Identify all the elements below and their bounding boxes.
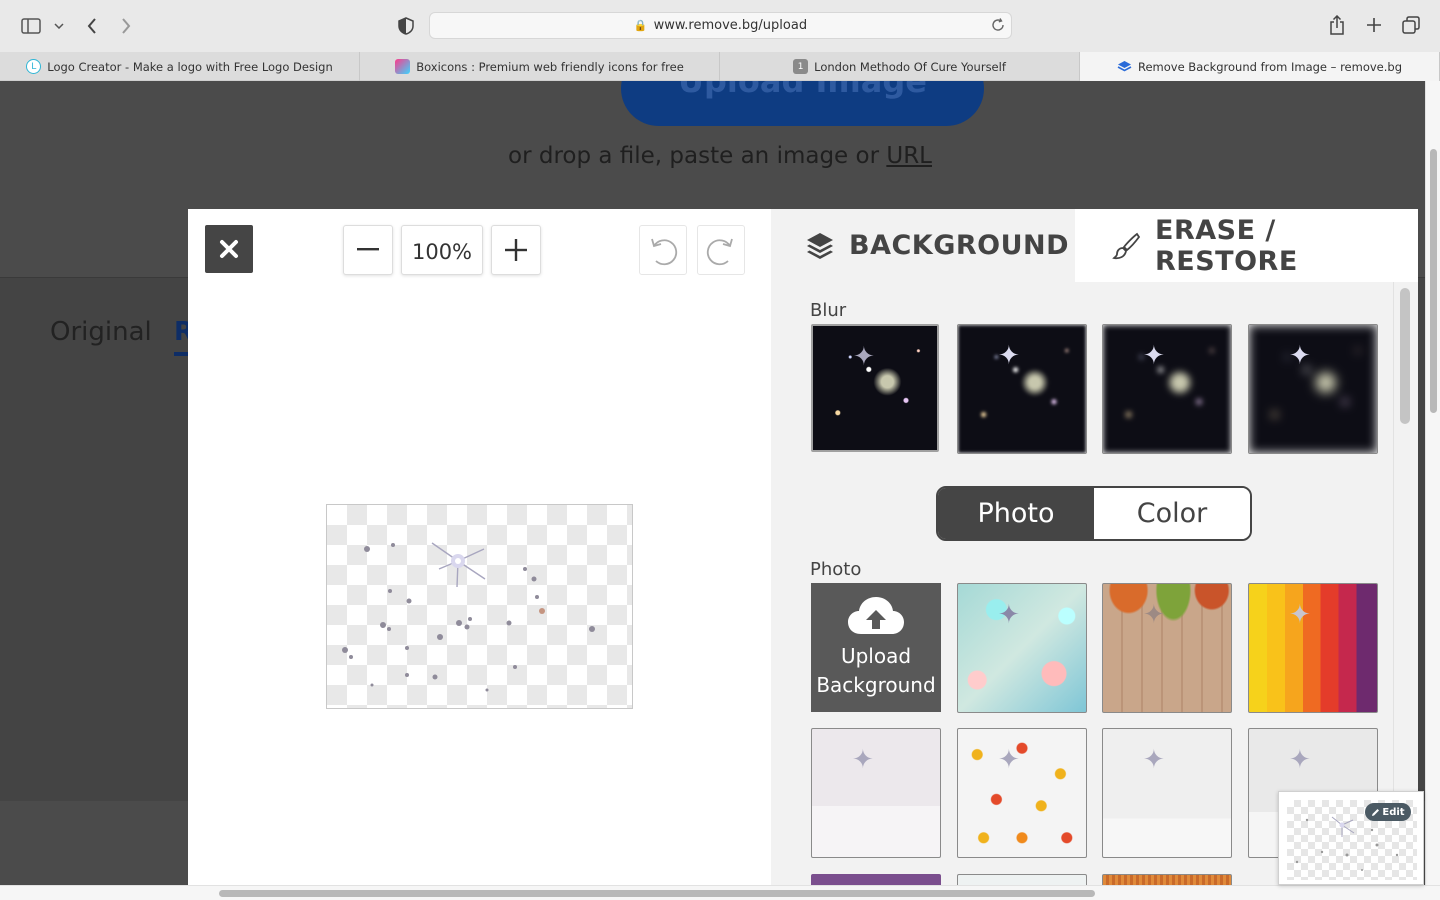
zoom-level: 100% bbox=[401, 225, 483, 275]
blur-option-high[interactable]: ✦ bbox=[1248, 324, 1378, 454]
blur-section-label: Blur bbox=[810, 300, 847, 321]
upload-background-line2: Background bbox=[816, 672, 936, 697]
shield-icon[interactable] bbox=[396, 15, 416, 37]
photo-option-wood-leaves[interactable]: ✦ bbox=[1102, 583, 1232, 713]
tab-erase-restore-label: ERASE / RESTORE bbox=[1155, 214, 1298, 277]
preview-pane: 100% bbox=[188, 209, 771, 885]
photo-option-flowers[interactable]: ✦ bbox=[957, 728, 1087, 858]
new-tab-icon[interactable] bbox=[1363, 14, 1385, 36]
drop-instructions: or drop a file, paste an image or URL bbox=[0, 143, 1425, 169]
browser-toolbar: 🔒 www.remove.bg/upload bbox=[0, 0, 1440, 52]
zoom-out-button[interactable] bbox=[343, 225, 393, 275]
cutout-image bbox=[342, 542, 595, 692]
upload-background-button[interactable]: Upload Background bbox=[811, 583, 941, 712]
photo-option-purple[interactable] bbox=[811, 874, 941, 885]
zoom-in-button[interactable] bbox=[491, 225, 541, 275]
tab-logo-creator[interactable]: L Logo Creator - Make a logo with Free L… bbox=[0, 52, 360, 81]
photo-option-pale[interactable] bbox=[957, 874, 1087, 885]
scrollbar-thumb[interactable] bbox=[219, 890, 1095, 897]
tab-badge: 1 bbox=[793, 59, 809, 74]
logo-creator-favicon-icon: L bbox=[26, 59, 42, 74]
photo-option-room-white[interactable]: ✦ bbox=[1102, 728, 1232, 858]
tab-london-methodo[interactable]: 1 London Methodo Of Cure Yourself bbox=[720, 52, 1080, 81]
address-bar[interactable]: 🔒 www.remove.bg/upload bbox=[429, 12, 1012, 39]
tab-label: Logo Creator - Make a logo with Free Log… bbox=[47, 59, 333, 74]
blur-option-none[interactable]: ✦ bbox=[811, 324, 939, 452]
forward-icon[interactable] bbox=[116, 14, 136, 38]
mini-preview[interactable]: Edit bbox=[1278, 791, 1424, 885]
tab-bar: L Logo Creator - Make a logo with Free L… bbox=[0, 52, 1440, 81]
photo-option-room-light[interactable]: ✦ bbox=[811, 728, 941, 858]
reload-icon[interactable] bbox=[991, 18, 1005, 36]
photo-section-label: Photo bbox=[810, 559, 862, 580]
edit-badge[interactable]: Edit bbox=[1365, 803, 1411, 821]
blur-option-low[interactable]: ✦ bbox=[957, 324, 1087, 454]
tab-erase-restore[interactable]: ERASE / RESTORE bbox=[1075, 209, 1418, 282]
undo-icon bbox=[651, 238, 678, 266]
upload-image-button[interactable]: Upload Image bbox=[621, 81, 984, 126]
redo-icon bbox=[706, 238, 733, 266]
photo-option-orange-texture[interactable] bbox=[1102, 874, 1232, 885]
tab-boxicons[interactable]: Boxicons : Premium web friendly icons fo… bbox=[360, 52, 720, 81]
upload-background-line1: Upload bbox=[840, 643, 912, 668]
scrollbar-thumb[interactable] bbox=[1430, 149, 1437, 413]
tab-label: Remove Background from Image – remove.bg bbox=[1137, 59, 1402, 74]
photo-option-rainbow-stripes[interactable]: ✦ bbox=[1248, 583, 1378, 713]
scrollbar-thumb[interactable] bbox=[1400, 288, 1410, 424]
close-icon bbox=[220, 240, 238, 258]
sidebar-icon[interactable] bbox=[20, 16, 42, 36]
tab-removed-bg[interactable]: R bbox=[174, 317, 188, 347]
minus-icon bbox=[357, 248, 379, 251]
redo-button[interactable] bbox=[697, 225, 745, 275]
photo-option-bokeh[interactable]: ✦ bbox=[957, 583, 1087, 713]
blur-option-medium[interactable]: ✦ bbox=[1102, 324, 1232, 454]
background-settings-pane: BACKGROUND ERASE / RESTORE Blur ✦ ✦ ✦ ✦ … bbox=[771, 209, 1418, 885]
url-link[interactable]: URL bbox=[886, 143, 932, 169]
editor-modal: 100% BACKGROUND ERASE / RESTORE Blur ✦ ✦… bbox=[188, 209, 1418, 885]
pencil-icon bbox=[1372, 808, 1380, 816]
tab-overview-icon[interactable] bbox=[1400, 14, 1422, 36]
brush-icon bbox=[1111, 231, 1141, 261]
tab-underline bbox=[174, 352, 188, 356]
photo-color-toggle: Photo Color bbox=[936, 486, 1252, 541]
chevron-down-icon[interactable] bbox=[52, 18, 66, 34]
boxicons-favicon-icon bbox=[395, 59, 411, 74]
drop-text: or drop a file, paste an image or bbox=[508, 143, 887, 169]
upload-image-label: Upload Image bbox=[678, 81, 927, 100]
lock-icon: 🔒 bbox=[633, 19, 648, 32]
remove-bg-favicon-icon bbox=[1117, 59, 1132, 74]
toggle-photo[interactable]: Photo bbox=[938, 488, 1094, 539]
edit-label: Edit bbox=[1382, 806, 1405, 818]
share-icon[interactable] bbox=[1326, 13, 1348, 37]
close-button[interactable] bbox=[205, 225, 253, 273]
page-horizontal-scrollbar[interactable] bbox=[0, 885, 1440, 900]
url-text: www.remove.bg/upload bbox=[653, 18, 808, 33]
tab-original[interactable]: Original bbox=[50, 317, 152, 347]
back-icon[interactable] bbox=[82, 14, 102, 38]
page-vertical-scrollbar[interactable] bbox=[1425, 81, 1440, 885]
image-preview[interactable] bbox=[326, 504, 633, 709]
tab-background[interactable]: BACKGROUND bbox=[771, 209, 1075, 282]
tab-remove-bg[interactable]: Remove Background from Image – remove.bg bbox=[1080, 52, 1440, 81]
layers-icon bbox=[805, 231, 835, 261]
undo-button[interactable] bbox=[639, 225, 687, 275]
toggle-color[interactable]: Color bbox=[1094, 488, 1250, 539]
tab-background-label: BACKGROUND bbox=[849, 230, 1070, 261]
tab-label: London Methodo Of Cure Yourself bbox=[814, 59, 1006, 74]
plus-icon bbox=[505, 239, 527, 261]
cloud-upload-icon bbox=[848, 596, 904, 634]
tab-label: Boxicons : Premium web friendly icons fo… bbox=[416, 59, 684, 74]
